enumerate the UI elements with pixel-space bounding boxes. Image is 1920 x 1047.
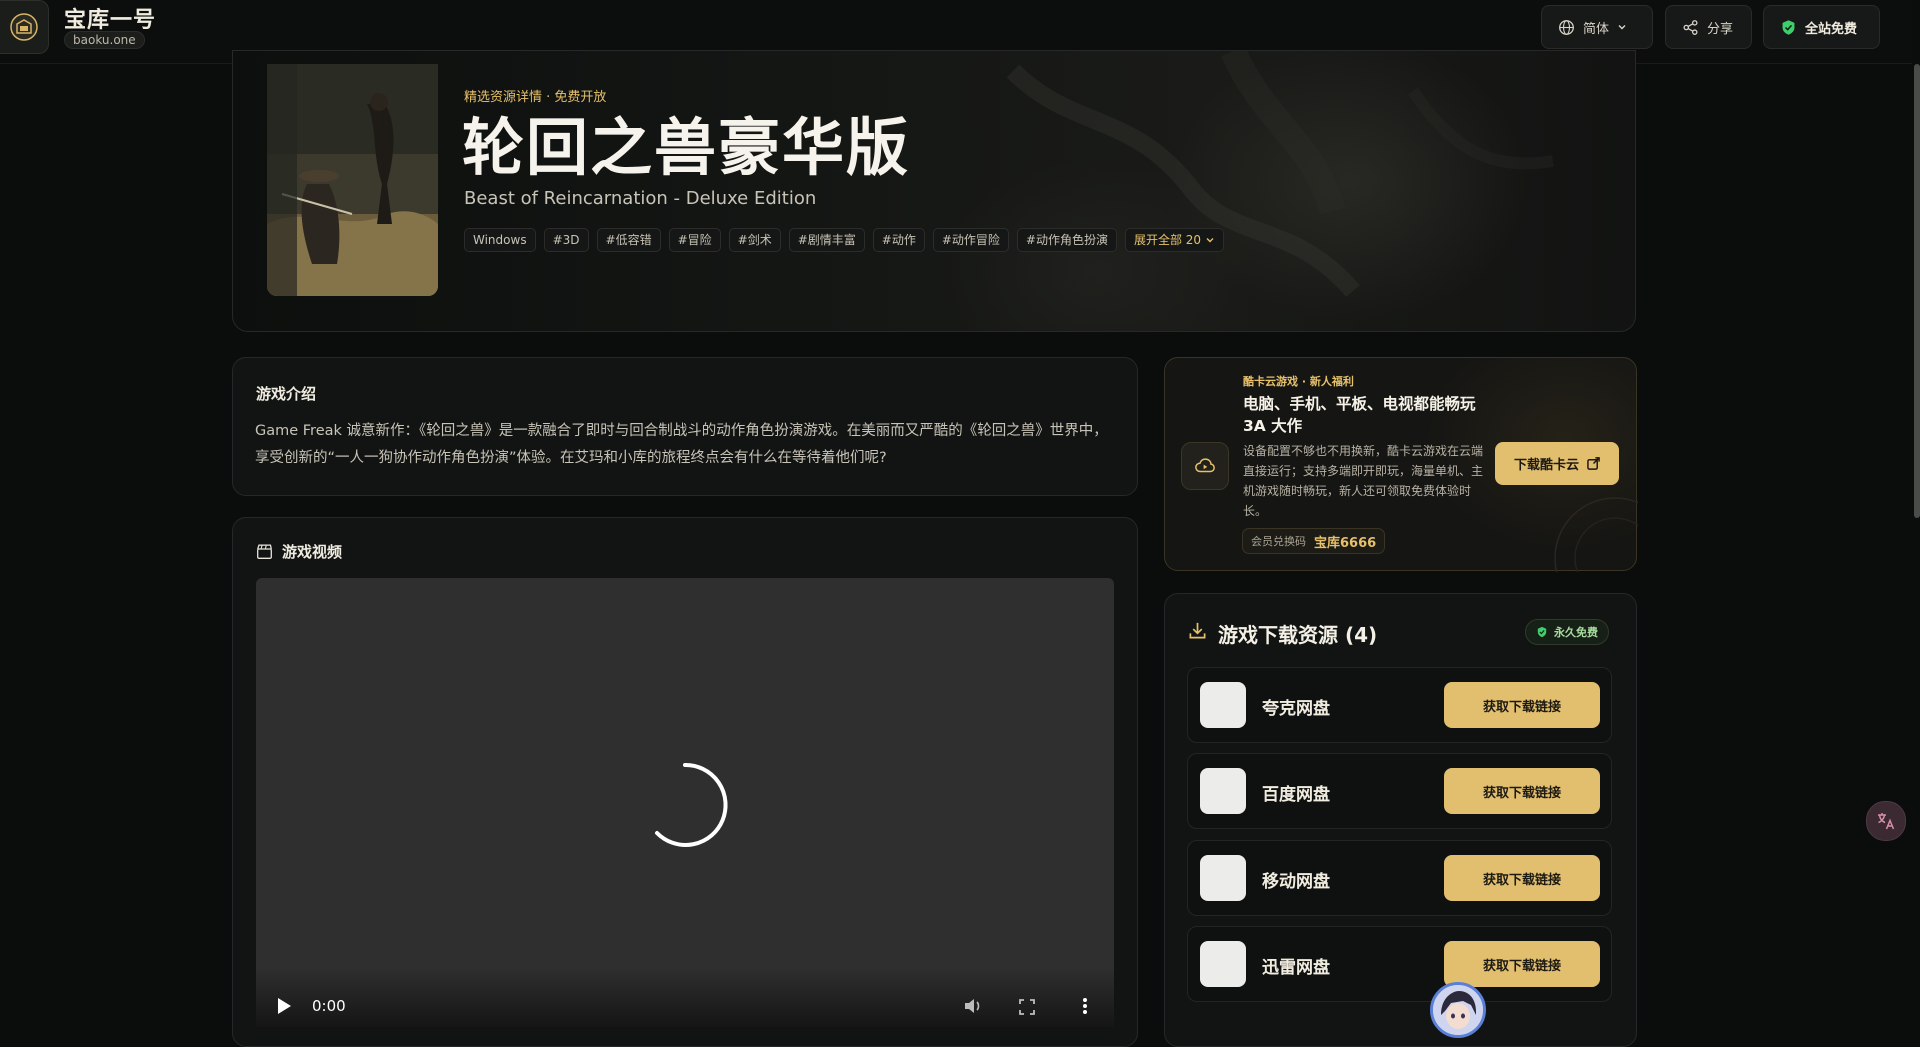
drive-logo <box>1200 682 1246 728</box>
tag[interactable]: #3D <box>543 228 589 252</box>
video-time: 0:00 <box>312 997 346 1015</box>
get-download-link-button[interactable]: 获取下载链接 <box>1444 682 1600 728</box>
logo[interactable] <box>0 0 49 54</box>
game-subtitle: Beast of Reincarnation - Deluxe Edition <box>464 188 817 209</box>
tag[interactable]: #动作角色扮演 <box>1016 228 1117 252</box>
expand-tags-button[interactable]: 展开全部 20 <box>1124 228 1225 252</box>
download-item: 移动网盘 获取下载链接 <box>1187 840 1612 916</box>
tag-list: Windows #3D #低容错 #冒险 #剑术 #剧情丰富 #动作 #动作冒险… <box>464 228 1225 252</box>
avatar-image <box>1433 985 1483 1035</box>
tag[interactable]: #低容错 <box>596 228 661 252</box>
shield-check-icon <box>1782 19 1795 35</box>
chevron-down-icon <box>1206 238 1214 243</box>
free-forever-badge: 永久免费 <box>1525 619 1609 645</box>
language-selector[interactable]: 简体 <box>1541 5 1653 49</box>
external-link-icon <box>1587 457 1600 470</box>
share-label: 分享 <box>1707 21 1734 37</box>
cloud-icon-box <box>1181 442 1229 490</box>
clapperboard-icon <box>257 544 272 559</box>
language-label: 简体 <box>1583 21 1610 37</box>
drive-name: 夸克网盘 <box>1262 699 1330 719</box>
download-item: 迅雷网盘 获取下载链接 <box>1187 926 1612 1002</box>
downloads-title: 游戏下载资源 (4) <box>1218 623 1378 647</box>
site-domain: baoku.one <box>64 31 145 49</box>
scrollbar-thumb[interactable] <box>1914 64 1920 518</box>
drive-name: 百度网盘 <box>1262 785 1330 805</box>
drive-logo <box>1200 855 1246 901</box>
volume-icon[interactable] <box>963 997 983 1015</box>
hero-background-art <box>1006 51 1554 297</box>
drive-logo <box>1200 941 1246 987</box>
cloud-description: 设备配置不够也不用换新，酷卡云游戏在云端直接运行；支持多端即开即玩，海量单机、主… <box>1243 444 1484 518</box>
share-icon <box>1683 19 1698 35</box>
tag[interactable]: #动作 <box>872 228 925 252</box>
tag[interactable]: #剧情丰富 <box>788 228 865 252</box>
cloud-title: 电脑、手机、平板、电视都能畅玩 3A 大作 <box>1243 395 1476 435</box>
video-heading: 游戏视频 <box>256 541 342 562</box>
download-item: 百度网盘 获取下载链接 <box>1187 753 1612 829</box>
intro-text: Game Freak 诚意新作：《轮回之兽》是一款融合了即时与回合制战斗的动作角… <box>255 423 1108 466</box>
shield-check-icon <box>1537 626 1547 638</box>
translate-button[interactable] <box>1866 801 1906 841</box>
tag[interactable]: Windows <box>464 228 536 252</box>
get-download-link-button[interactable]: 获取下载链接 <box>1444 768 1600 814</box>
get-download-link-button[interactable]: 获取下载链接 <box>1444 855 1600 901</box>
download-icon <box>1189 622 1206 639</box>
more-vertical-icon[interactable] <box>1082 997 1088 1015</box>
tag[interactable]: #剑术 <box>728 228 781 252</box>
hero-meta: 精选资源详情 · 免费开放 <box>464 90 607 105</box>
game-cover-image <box>267 64 438 296</box>
get-download-link-button[interactable]: 获取下载链接 <box>1444 941 1600 987</box>
expand-tags-label: 展开全部 20 <box>1133 233 1202 247</box>
video-player[interactable]: 0:00 <box>256 578 1114 1027</box>
redeem-code-label: 会员兑换码 <box>1251 535 1306 548</box>
game-title: 轮回之兽豪华版 <box>462 111 911 184</box>
tag[interactable]: #动作冒险 <box>932 228 1009 252</box>
fullscreen-icon[interactable] <box>1019 999 1035 1015</box>
chevron-down-icon <box>1618 25 1626 30</box>
cloud-play-icon <box>1195 458 1215 473</box>
drive-name: 移动网盘 <box>1262 872 1330 892</box>
loading-spinner <box>655 762 728 847</box>
download-item: 夸克网盘 获取下载链接 <box>1187 667 1612 743</box>
intro-heading: 游戏介绍 <box>256 385 317 403</box>
site-free-button[interactable]: 全站免费 <box>1763 5 1880 49</box>
free-forever-label: 永久免费 <box>1554 626 1598 639</box>
site-free-label: 全站免费 <box>1805 21 1858 37</box>
site-title[interactable]: 宝库一号 <box>64 2 156 34</box>
share-button[interactable]: 分享 <box>1665 5 1752 49</box>
video-controls: 0:00 <box>256 967 1114 1027</box>
logo-icon <box>10 13 38 41</box>
drive-name: 迅雷网盘 <box>1262 958 1330 978</box>
download-cloud-app-button[interactable]: 下载酷卡云 <box>1495 442 1619 485</box>
translate-icon <box>1878 813 1895 830</box>
cloud-meta: 酷卡云游戏 · 新人福利 <box>1243 375 1354 388</box>
redeem-code-value: 宝库6666 <box>1314 535 1377 551</box>
download-heading-icon-wrap <box>1188 621 1207 644</box>
video-heading-label: 游戏视频 <box>282 543 343 561</box>
redeem-code-box[interactable]: 会员兑换码 宝库6666 <box>1242 528 1386 554</box>
tag[interactable]: #冒险 <box>668 228 721 252</box>
play-icon[interactable] <box>276 997 292 1015</box>
hero-banner <box>232 50 1636 332</box>
globe-icon <box>1559 19 1574 35</box>
drive-logo <box>1200 768 1246 814</box>
assistant-avatar[interactable] <box>1430 982 1486 1038</box>
download-cloud-app-label: 下载酷卡云 <box>1513 458 1579 473</box>
